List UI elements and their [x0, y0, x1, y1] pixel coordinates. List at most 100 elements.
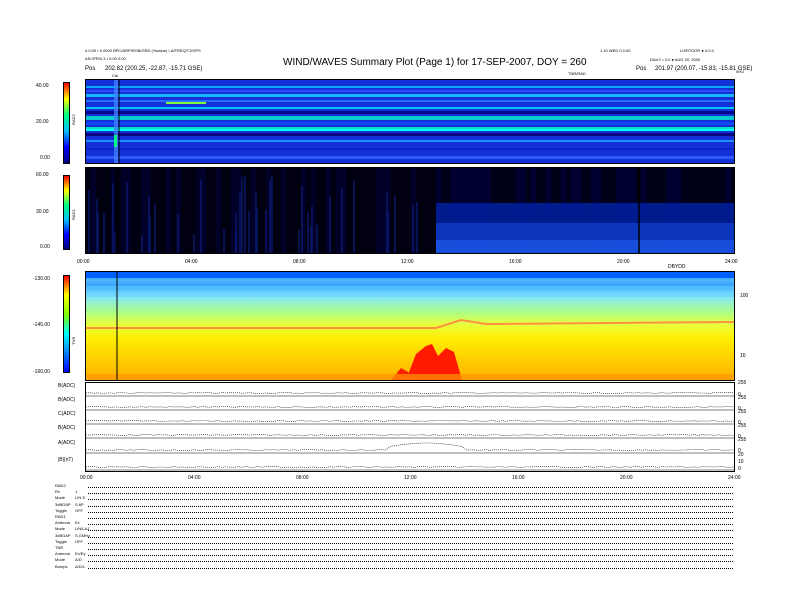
rad1-column-39: [281, 168, 286, 253]
rad1-streak-25: [235, 231, 237, 253]
footer-key-13: Bumps: [55, 563, 68, 569]
tnr-top-label: TNR/RAD: [568, 71, 586, 76]
rad1-column-7: [121, 168, 126, 253]
tnr-cyan-band-2: [86, 294, 734, 297]
right-pos-label: Pos: [636, 66, 647, 72]
lines-xtick-6: 24:00: [728, 475, 741, 481]
rad1-column-26: [216, 168, 221, 253]
rad2-band-8: [86, 127, 734, 129]
lines-xtick-2: 08:00: [296, 475, 309, 481]
line-rtick-8: 255: [738, 437, 747, 443]
footer-key-11: Antenna: [55, 551, 70, 557]
rad2-cal-spike: [114, 135, 117, 147]
header-info-line-2: AS/JFR/0.3 • 0.00 0.00: [85, 56, 126, 61]
rad1-streak-26: [416, 202, 418, 253]
footer-key-4: Toggle: [55, 507, 67, 513]
rad1-emission-bottom: [436, 240, 734, 253]
rad1-column-9: [131, 168, 136, 253]
lines-xtick-1: 04:00: [188, 475, 201, 481]
footer-key-8: 3dBGAP: [55, 532, 71, 538]
rad1-column-24: [206, 168, 211, 253]
rad2-cyan-line: [86, 129, 734, 131]
left-pos-value: 202.82 (200.25, -22.87, -15.71 GSE): [105, 66, 203, 72]
rad2-green-streak: [166, 102, 206, 104]
rad1-column-62: [396, 168, 401, 253]
rad2-heatmap-svg: [86, 80, 734, 163]
rad1-column-16: [166, 168, 171, 253]
footer-key-2: Mode: [55, 495, 66, 501]
rad1-streak-37: [412, 205, 414, 253]
rad1-streak-38: [97, 212, 99, 253]
line-plot-trace-4: [86, 442, 734, 451]
rad1-column-14: [156, 168, 161, 253]
tnr-top-band: [86, 272, 734, 278]
rad1-streak-18: [394, 195, 396, 253]
rad1-streak-19: [241, 177, 243, 253]
rad1-xtick-4: 16:00: [509, 259, 522, 265]
footer-dotted-line-4: [88, 511, 733, 513]
footer-dotted-line-10: [88, 549, 733, 550]
line-rtick-0: 255: [738, 380, 747, 386]
tnr-spectrogram: [85, 271, 735, 381]
line-label-5: |B|(nT): [58, 457, 74, 463]
rad2-tick-mid: 20.00: [36, 119, 49, 125]
rad1-tick-top: 60.00: [36, 172, 49, 178]
footer-dotted-line-5: [88, 518, 733, 519]
line-plots-svg: [86, 392, 734, 471]
rad1-column-64: [406, 168, 411, 253]
rad1-streak-14: [269, 181, 271, 253]
rad1-streak-29: [256, 209, 258, 253]
header-info-line-1: 0.0.00 • 0.0000 BPC/ARP/RGB/GRD (%value)…: [85, 48, 201, 53]
rad1-xlabel-right: DBYDD: [668, 264, 686, 270]
rad1-xtick-3: 12:00: [401, 259, 414, 265]
rad1-column-55: [361, 168, 366, 253]
footer-value-2: LIN S: [75, 495, 86, 501]
line-label-2: C(ADC): [58, 411, 76, 417]
footer-value-12: A/D: [75, 557, 82, 563]
rad1-streak-0: [141, 235, 143, 253]
rad1-streak-35: [154, 204, 156, 253]
rad1-streak-27: [307, 212, 309, 253]
rad1-column-59: [381, 168, 386, 253]
rad1-colorbar: [63, 175, 70, 250]
tnr-plasma-line: [86, 318, 734, 329]
tnr-cyan-band-1: [86, 286, 734, 289]
rad1-xtick-6: 24:00: [725, 259, 738, 265]
rad2-band-6: [86, 116, 734, 120]
footer-value-4: OFF: [75, 507, 83, 513]
tnr-tick-bottom: -160.00: [33, 369, 50, 375]
line-plot-trace-5: [86, 466, 734, 468]
footer-key-6: Antenna: [55, 520, 70, 526]
rad1-column-63: [401, 168, 406, 253]
line-rtick-12: 0: [738, 466, 741, 472]
footer-dotted-line-3: [88, 505, 733, 507]
rad1-streak-31: [103, 213, 105, 253]
rad1-xtick-5: 20:00: [617, 259, 630, 265]
footer-value-13: A/D/L: [75, 563, 86, 569]
rad1-streak-7: [329, 197, 331, 253]
header-right-line-3: DAILY • 0.0 ● AUG 20, 2000: [650, 57, 701, 62]
rad1-column-68: [426, 168, 431, 253]
footer-value-6: Ex: [75, 520, 80, 526]
footer-key-3: 3dBGAP: [55, 501, 71, 507]
page-title: WIND/WAVES Summary Plot (Page 1) for 17-…: [283, 57, 587, 68]
rad2-band-12: [86, 156, 734, 159]
rad1-column-69: [431, 168, 436, 253]
rad2-band-9: [86, 133, 734, 136]
rad1-column-28: [226, 168, 231, 253]
rad1-streak-30: [386, 192, 388, 253]
lines-xtick-3: 12:00: [404, 475, 417, 481]
rad1-streak-2: [223, 229, 225, 253]
line-rtick-10: 20: [738, 452, 744, 458]
lines-xtick-5: 20:00: [620, 475, 633, 481]
footer-key-7: Mode: [55, 526, 66, 532]
rad2-band-11: [86, 148, 734, 150]
rad1-column-1: [91, 168, 96, 253]
rad1-column-6: [116, 168, 121, 253]
footer-value-3: S.6P: [75, 501, 84, 507]
line-plot-trace-2: [86, 420, 734, 422]
rad1-streak-9: [112, 183, 114, 253]
rad1-xtick-2: 08:00: [293, 259, 306, 265]
rad1-streak-36: [193, 234, 195, 253]
rad1-tick-bottom: 0.00: [40, 244, 50, 250]
